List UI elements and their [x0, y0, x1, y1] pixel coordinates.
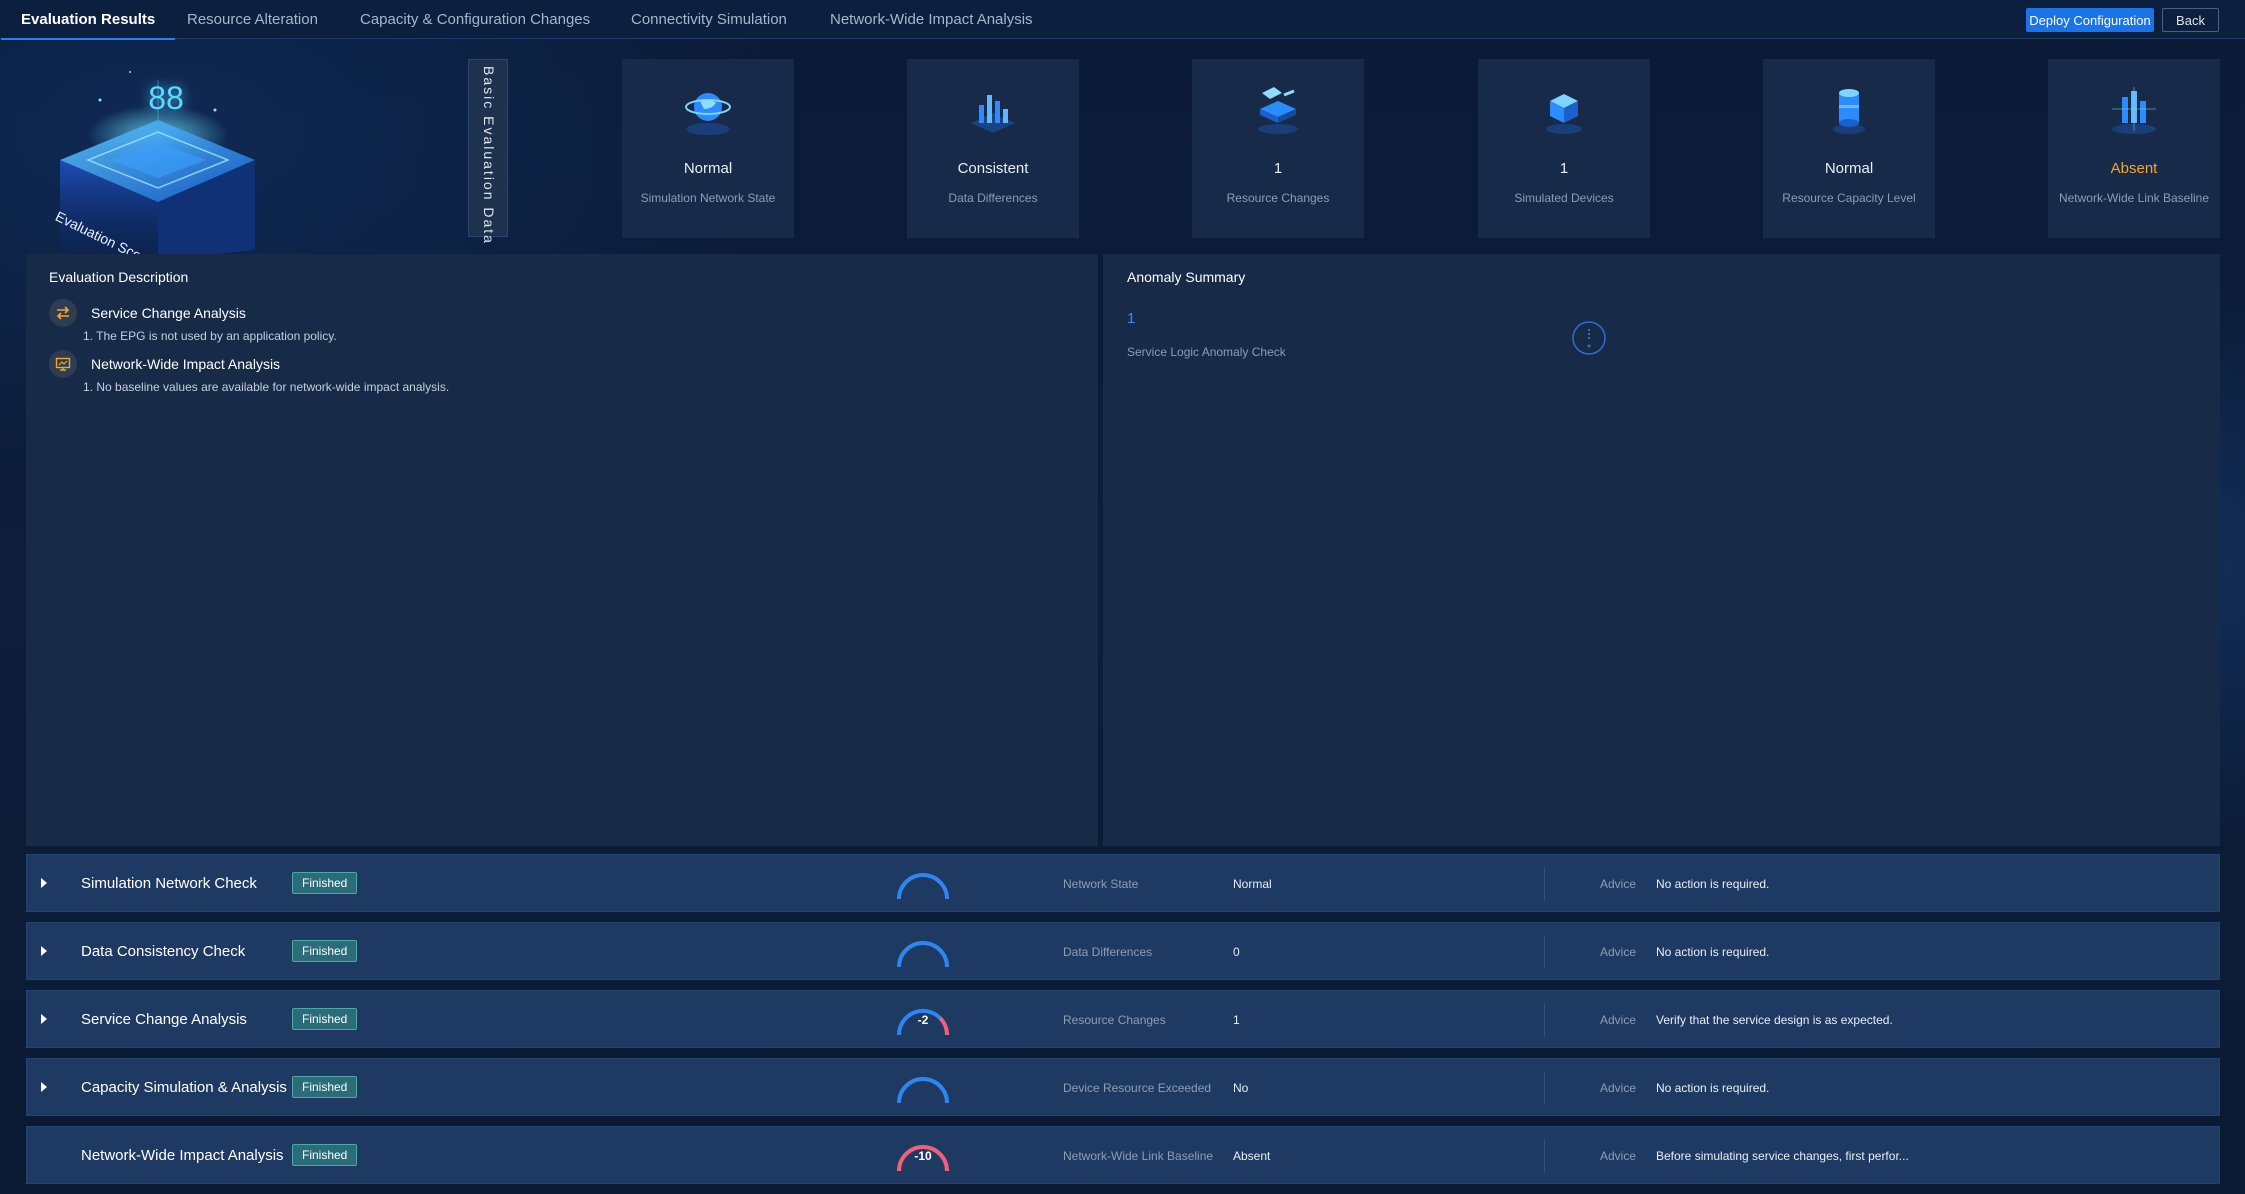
check-row[interactable]: Capacity Simulation & Analysis Finished …: [26, 1058, 2220, 1116]
anomaly-label: Service Logic Anomaly Check: [1127, 345, 1286, 359]
tab-connectivity-simulation[interactable]: Connectivity Simulation: [631, 0, 787, 39]
expand-caret-icon[interactable]: [41, 946, 47, 956]
back-button[interactable]: Back: [2162, 8, 2219, 32]
metric-label: Network-Wide Link Baseline: [1063, 1149, 1214, 1163]
advice-text: No action is required.: [1656, 1081, 1770, 1095]
divider: [1544, 1071, 1545, 1105]
tab-evaluation-results[interactable]: Evaluation Results: [0, 0, 176, 40]
metric-label: Network State: [1063, 877, 1139, 891]
tab-capacity-configuration-changes[interactable]: Capacity & Configuration Changes: [360, 0, 590, 39]
anomaly-summary-title: Anomaly Summary: [1127, 269, 1246, 285]
bar-chart-icon: [971, 95, 1015, 133]
advice-text: Before simulating service changes, first…: [1656, 1149, 1909, 1163]
metric-card-simulated-devices: 1 Simulated Devices: [1478, 59, 1650, 238]
evaluation-score-graphic: 88 Evaluation Score: [40, 60, 280, 269]
gauge-score: -10: [914, 1149, 932, 1163]
divider: [1544, 935, 1545, 969]
basic-evaluation-data-text: Basic Evaluation Data: [481, 66, 497, 245]
metric-value: 1: [1273, 160, 1283, 177]
divider: [1544, 1003, 1545, 1037]
deploy-configuration-button[interactable]: Deploy Configuration: [2026, 8, 2154, 32]
swap-arrows-icon: [49, 299, 77, 327]
metric-value: Normal: [1824, 160, 1874, 177]
globe-network-icon: [685, 93, 731, 135]
metric-value: 1: [1233, 1013, 1240, 1027]
check-name: Data Consistency Check: [81, 943, 246, 960]
metric-label: Network-Wide Link Baseline: [2058, 191, 2210, 205]
metric-label: Resource Changes: [1063, 1013, 1166, 1027]
check-row[interactable]: Service Change Analysis Finished -2 Reso…: [26, 990, 2220, 1048]
basic-evaluation-data-label: Basic Evaluation Data: [468, 59, 508, 245]
check-name: Simulation Network Check: [81, 875, 257, 892]
score-gauge-icon: [897, 873, 949, 900]
status-badge: Finished: [292, 1008, 358, 1030]
metric-value: Consistent: [957, 160, 1029, 177]
metric-value: Normal: [1233, 877, 1272, 891]
metric-card-resource-capacity-level: Normal Resource Capacity Level: [1763, 59, 1935, 238]
advice-label: Advice: [1600, 877, 1637, 891]
link-baseline-icon: [2112, 87, 2156, 134]
divider: [1544, 1139, 1545, 1173]
metric-value: 1: [1559, 160, 1569, 177]
metric-value: Normal: [683, 160, 733, 177]
check-name: Service Change Analysis: [81, 1011, 247, 1028]
metric-card-network-wide-link-baseline: Absent Network-Wide Link Baseline: [2048, 59, 2220, 238]
top-tab-bar: Evaluation Results Resource Alteration C…: [0, 0, 2245, 40]
advice-label: Advice: [1600, 1149, 1637, 1163]
metric-card-data-differences: Consistent Data Differences: [907, 59, 1079, 238]
metric-label: Resource Capacity Level: [1782, 191, 1916, 205]
score-gauge-icon: [897, 1077, 949, 1104]
advice-label: Advice: [1600, 945, 1637, 959]
device-cube-icon: [1546, 94, 1582, 134]
divider: [1544, 867, 1545, 901]
advice-label: Advice: [1600, 1081, 1637, 1095]
description-item-title: Service Change Analysis: [91, 305, 246, 321]
status-badge: Finished: [292, 872, 358, 894]
evaluation-description-title: Evaluation Description: [49, 269, 189, 285]
metric-label: Simulated Devices: [1514, 191, 1614, 205]
status-badge: Finished: [292, 1076, 358, 1098]
capacity-cylinder-icon: [1833, 89, 1865, 134]
expand-caret-icon[interactable]: [41, 878, 47, 888]
resource-change-icon: [1258, 87, 1298, 134]
status-badge: Finished: [292, 1144, 358, 1166]
advice-text: Verify that the service design is as exp…: [1656, 1013, 1893, 1027]
advice-text: No action is required.: [1656, 877, 1770, 891]
metric-value: Absent: [1233, 1149, 1271, 1163]
status-badge: Finished: [292, 940, 358, 962]
metric-label: Data Differences: [1063, 945, 1153, 959]
gauge-score: -2: [917, 1013, 929, 1027]
metric-label: Simulation Network State: [640, 191, 776, 205]
check-name: Capacity Simulation & Analysis: [81, 1079, 287, 1096]
advice-text: No action is required.: [1656, 945, 1770, 959]
monitor-icon: [49, 350, 77, 378]
expand-caret-icon[interactable]: [41, 1014, 47, 1024]
tab-resource-alteration[interactable]: Resource Alteration: [187, 0, 318, 39]
advice-label: Advice: [1600, 1013, 1637, 1027]
metric-label: Resource Changes: [1226, 191, 1330, 205]
score-gauge-icon: [897, 941, 949, 968]
anomaly-count[interactable]: 1: [1127, 310, 1135, 327]
evaluation-score-value: 88: [148, 80, 184, 116]
check-row[interactable]: Data Consistency Check Finished Data Dif…: [26, 922, 2220, 980]
metric-label: Data Differences: [948, 191, 1038, 205]
description-item-title: Network-Wide Impact Analysis: [91, 356, 281, 372]
metric-card-resource-changes: 1 Resource Changes: [1192, 59, 1364, 238]
tab-network-wide-impact-analysis[interactable]: Network-Wide Impact Analysis: [830, 0, 1033, 39]
check-row[interactable]: Simulation Network Check Finished Networ…: [26, 854, 2220, 912]
metric-value: 0: [1233, 945, 1240, 959]
description-item-line: 1. No baseline values are available for …: [83, 380, 450, 394]
description-item-line: 1. The EPG is not used by an application…: [83, 329, 337, 343]
check-row: Network-Wide Impact Analysis Finished -1…: [26, 1126, 2220, 1184]
check-name: Network-Wide Impact Analysis: [81, 1147, 284, 1164]
metric-label: Device Resource Exceeded: [1063, 1081, 1212, 1095]
expand-caret-icon[interactable]: [41, 1082, 47, 1092]
metric-value: No: [1233, 1081, 1249, 1095]
evaluation-description-panel: Evaluation Description Service Change An…: [26, 254, 1098, 846]
metric-value: Absent: [2110, 160, 2158, 177]
info-circle-icon: [1572, 321, 1606, 355]
anomaly-summary-panel: Anomaly Summary 1 Service Logic Anomaly …: [1103, 254, 2220, 846]
metric-card-simulation-network-state: Normal Simulation Network State: [622, 59, 794, 238]
